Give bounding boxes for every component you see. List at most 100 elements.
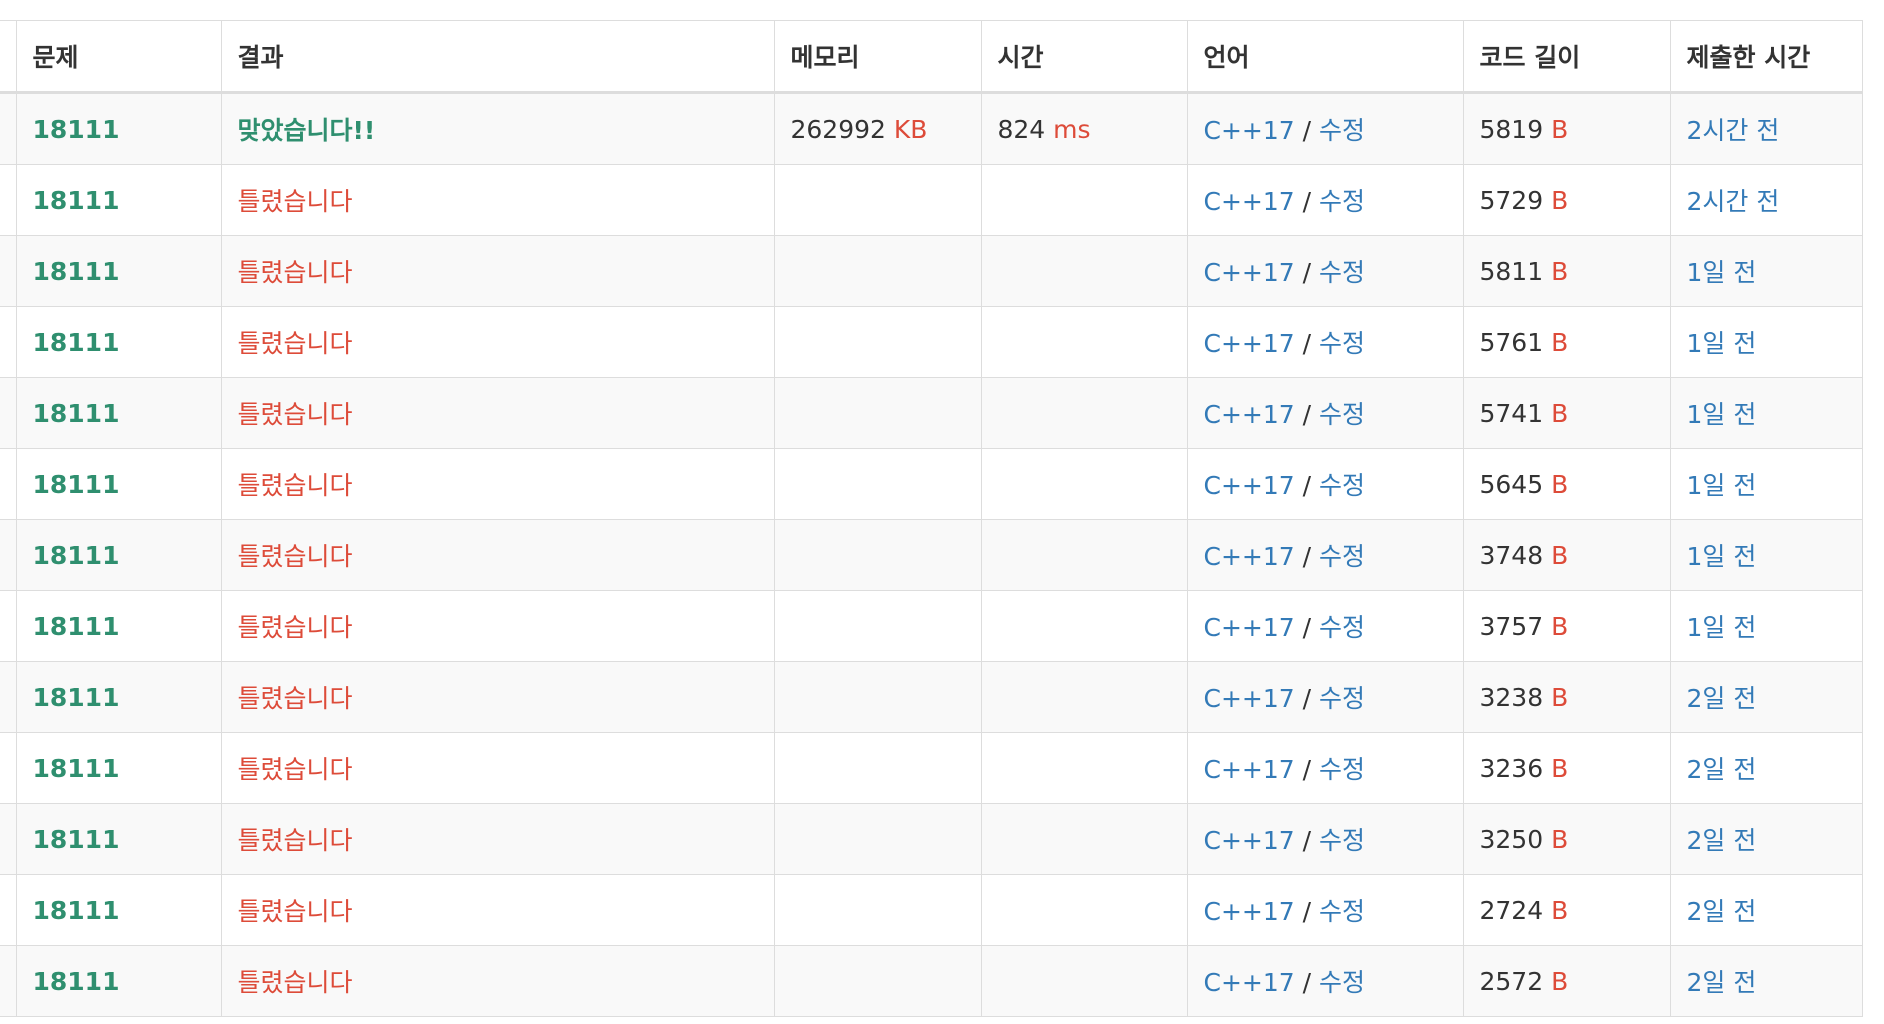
problem-link[interactable]: 18111 — [33, 896, 120, 925]
code-length-unit: B — [1551, 114, 1569, 144]
edit-link[interactable]: 수정 — [1319, 116, 1365, 145]
submitted-time-cell: 2시간 전 — [1669, 164, 1863, 236]
problem-link[interactable]: 18111 — [33, 115, 120, 144]
submission-id-cell — [0, 661, 17, 733]
memory-cell — [773, 377, 982, 449]
edit-link[interactable]: 수정 — [1319, 684, 1365, 713]
time-cell — [980, 874, 1188, 946]
language-separator: / — [1302, 187, 1312, 216]
language-link[interactable]: C++17 — [1204, 968, 1295, 997]
language-cell: C++17 / 수정 — [1186, 92, 1464, 165]
code-length-value: 5819 — [1479, 114, 1544, 144]
memory-cell — [773, 306, 982, 378]
result-cell: 틀렸습니다 — [220, 377, 775, 449]
submission-status-table: 문제 결과 메모리 시간 언어 코드 길이 제출한 시간 18111 맞았습니다… — [0, 20, 1863, 1017]
submitted-time-link[interactable]: 1일 전 — [1687, 542, 1757, 571]
submission-id-cell — [0, 732, 17, 804]
problem-link[interactable]: 18111 — [33, 683, 120, 712]
submitted-time-link[interactable]: 2일 전 — [1687, 826, 1757, 855]
result-text: 틀렸습니다 — [237, 826, 353, 855]
language-link[interactable]: C++17 — [1204, 116, 1295, 145]
code-length-value: 3236 — [1479, 753, 1544, 783]
submitted-time-link[interactable]: 1일 전 — [1687, 400, 1757, 429]
submitted-time-link[interactable]: 2일 전 — [1687, 968, 1757, 997]
table-body: 18111 맞았습니다!! 262992 KB 824 ms C++17 / 수… — [0, 92, 1863, 1017]
edit-link[interactable]: 수정 — [1319, 968, 1365, 997]
header-problem: 문제 — [15, 20, 222, 94]
result-cell: 틀렸습니다 — [220, 519, 775, 591]
submitted-time-link[interactable]: 1일 전 — [1687, 471, 1757, 500]
language-separator: / — [1302, 684, 1312, 713]
language-separator: / — [1302, 471, 1312, 500]
language-link[interactable]: C++17 — [1204, 542, 1295, 571]
time-cell — [980, 590, 1188, 662]
header-row: 문제 결과 메모리 시간 언어 코드 길이 제출한 시간 — [0, 20, 1863, 94]
edit-link[interactable]: 수정 — [1319, 542, 1365, 571]
language-link[interactable]: C++17 — [1204, 897, 1295, 926]
code-length-cell: 5729 B — [1462, 164, 1671, 236]
edit-link[interactable]: 수정 — [1319, 897, 1365, 926]
code-length-cell: 3236 B — [1462, 732, 1671, 804]
submitted-time-link[interactable]: 1일 전 — [1687, 258, 1757, 287]
edit-link[interactable]: 수정 — [1319, 755, 1365, 784]
code-length-cell: 3238 B — [1462, 661, 1671, 733]
language-link[interactable]: C++17 — [1204, 613, 1295, 642]
language-link[interactable]: C++17 — [1204, 187, 1295, 216]
result-text: 틀렸습니다 — [237, 613, 353, 642]
problem-link[interactable]: 18111 — [33, 186, 120, 215]
edit-link[interactable]: 수정 — [1319, 400, 1365, 429]
problem-link[interactable]: 18111 — [33, 328, 120, 357]
code-length-cell: 2724 B — [1462, 874, 1671, 946]
time-cell — [980, 945, 1188, 1017]
time-cell — [980, 732, 1188, 804]
problem-link[interactable]: 18111 — [33, 754, 120, 783]
problem-link[interactable]: 18111 — [33, 541, 120, 570]
problem-link[interactable]: 18111 — [33, 257, 120, 286]
memory-value: 262992 — [790, 114, 886, 144]
table-row: 18111 틀렸습니다 C++17 / 수정 3757 B 1일 전 — [0, 590, 1863, 662]
language-separator: / — [1302, 755, 1312, 784]
time-cell — [980, 803, 1188, 875]
edit-link[interactable]: 수정 — [1319, 826, 1365, 855]
problem-link[interactable]: 18111 — [33, 470, 120, 499]
submitted-time-link[interactable]: 2시간 전 — [1687, 187, 1780, 216]
language-link[interactable]: C++17 — [1204, 258, 1295, 287]
submitted-time-link[interactable]: 2일 전 — [1687, 897, 1757, 926]
language-separator: / — [1302, 329, 1312, 358]
code-length-value: 5645 — [1479, 469, 1544, 499]
edit-link[interactable]: 수정 — [1319, 613, 1365, 642]
submitted-time-cell: 1일 전 — [1669, 590, 1863, 662]
submitted-time-link[interactable]: 1일 전 — [1687, 329, 1757, 358]
problem-link[interactable]: 18111 — [33, 399, 120, 428]
table-header: 문제 결과 메모리 시간 언어 코드 길이 제출한 시간 — [0, 20, 1863, 94]
problem-link[interactable]: 18111 — [33, 967, 120, 996]
submitted-time-cell: 1일 전 — [1669, 519, 1863, 591]
edit-link[interactable]: 수정 — [1319, 471, 1365, 500]
language-link[interactable]: C++17 — [1204, 329, 1295, 358]
header-language: 언어 — [1186, 20, 1464, 94]
submitted-time-link[interactable]: 2일 전 — [1687, 755, 1757, 784]
header-code-length: 코드 길이 — [1462, 20, 1671, 94]
submission-id-cell — [0, 448, 17, 520]
problem-link[interactable]: 18111 — [33, 612, 120, 641]
submitted-time-link[interactable]: 2일 전 — [1687, 684, 1757, 713]
problem-link[interactable]: 18111 — [33, 825, 120, 854]
language-link[interactable]: C++17 — [1204, 471, 1295, 500]
code-length-cell: 5819 B — [1462, 92, 1671, 165]
result-text: 틀렸습니다 — [237, 329, 353, 358]
language-cell: C++17 / 수정 — [1186, 732, 1464, 804]
problem-cell: 18111 — [15, 661, 222, 733]
result-cell: 틀렸습니다 — [220, 448, 775, 520]
problem-cell: 18111 — [15, 732, 222, 804]
language-link[interactable]: C++17 — [1204, 755, 1295, 784]
submitted-time-link[interactable]: 2시간 전 — [1687, 116, 1780, 145]
edit-link[interactable]: 수정 — [1319, 258, 1365, 287]
language-link[interactable]: C++17 — [1204, 400, 1295, 429]
edit-link[interactable]: 수정 — [1319, 329, 1365, 358]
edit-link[interactable]: 수정 — [1319, 187, 1365, 216]
submitted-time-link[interactable]: 1일 전 — [1687, 613, 1757, 642]
code-length-value: 2572 — [1479, 966, 1544, 996]
table-row: 18111 틀렸습니다 C++17 / 수정 5761 B 1일 전 — [0, 306, 1863, 378]
language-link[interactable]: C++17 — [1204, 826, 1295, 855]
language-link[interactable]: C++17 — [1204, 684, 1295, 713]
